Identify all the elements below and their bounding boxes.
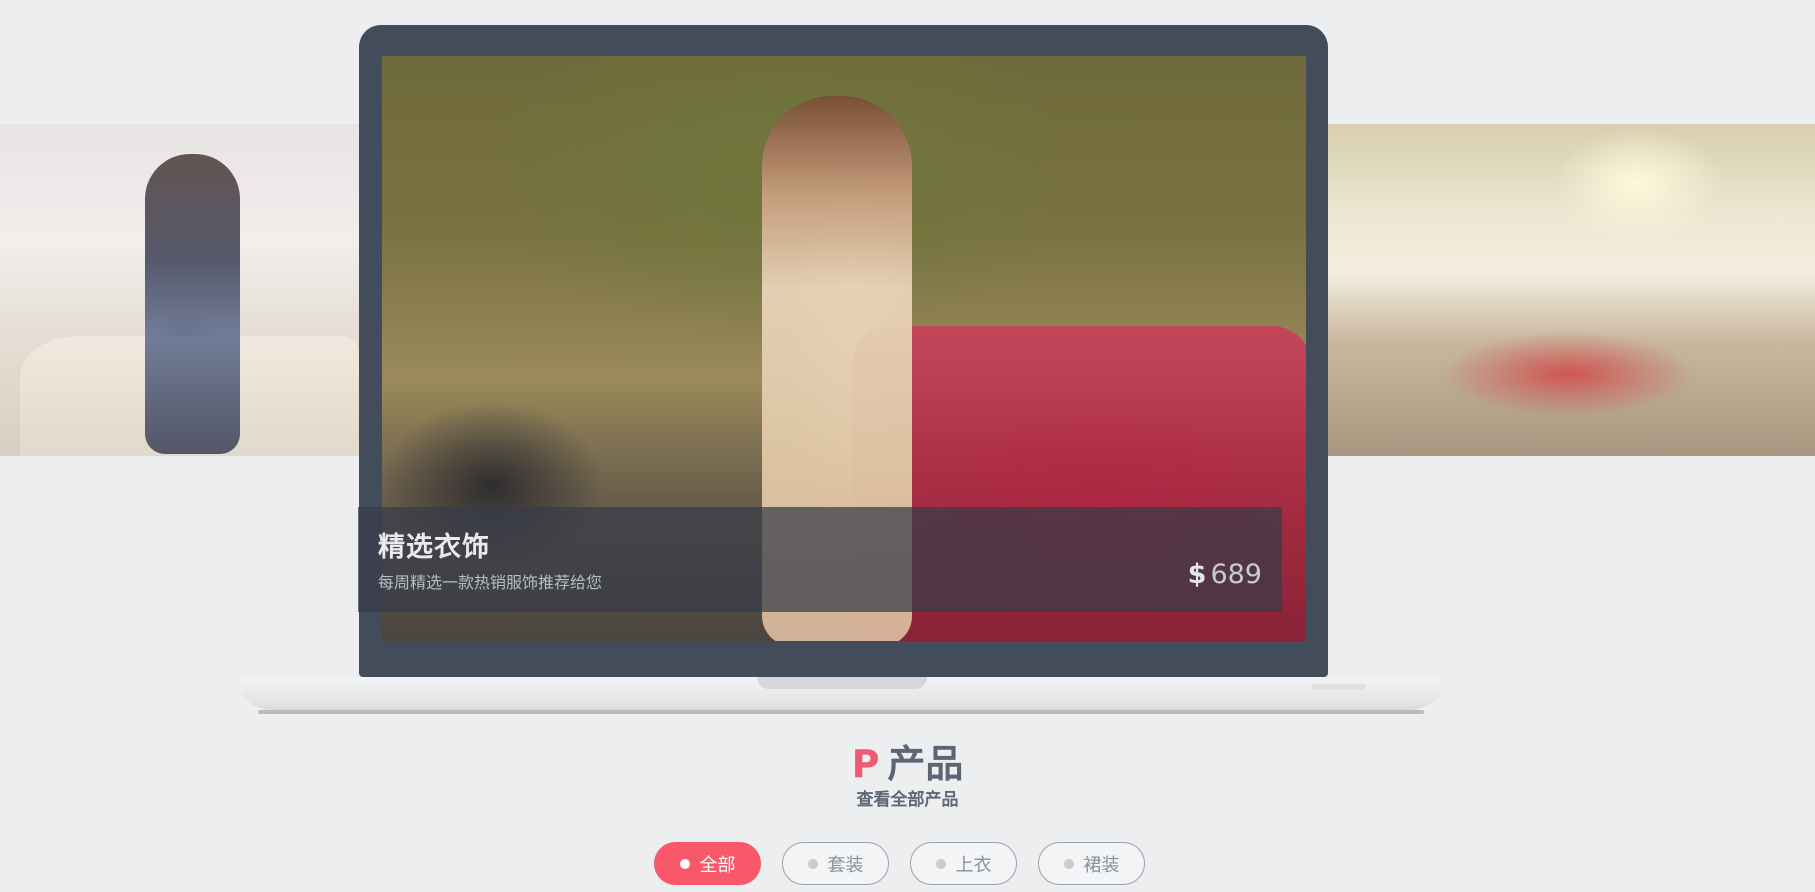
category-filters: 全部 套装 上衣 裙装: [654, 842, 1145, 885]
filter-dresses-button[interactable]: 裙装: [1038, 842, 1145, 885]
carousel-next-photo[interactable]: [1328, 124, 1815, 456]
bullet-dot-icon: [807, 858, 818, 869]
featured-price: $689: [1188, 559, 1262, 590]
bullet-dot-icon: [679, 858, 690, 869]
laptop-notch: [757, 677, 927, 689]
section-title-letter: P: [851, 742, 880, 786]
photo-model-shape: [145, 154, 240, 454]
laptop-indicator: [1312, 684, 1366, 690]
currency-symbol: $: [1187, 559, 1207, 590]
bullet-dot-icon: [935, 858, 946, 869]
section-title: P 产品: [0, 733, 1815, 788]
filter-tops-button[interactable]: 上衣: [910, 842, 1017, 885]
featured-title: 精选衣饰: [378, 532, 490, 563]
section-title-text: 产品: [887, 742, 964, 786]
filter-label: 全部: [699, 854, 736, 876]
filter-sets-button[interactable]: 套装: [782, 842, 889, 885]
filter-all-button[interactable]: 全部: [654, 842, 761, 885]
bullet-dot-icon: [1063, 858, 1074, 869]
laptop-shadow: [258, 710, 1424, 714]
filter-label: 套装: [827, 854, 864, 876]
featured-subtitle: 每周精选一款热销服饰推荐给您: [378, 573, 603, 592]
filter-label: 上衣: [955, 854, 992, 876]
section-subtitle: 查看全部产品: [856, 790, 959, 810]
filter-label: 裙装: [1083, 854, 1120, 876]
featured-caption: 精选衣饰 每周精选一款热销服饰推荐给您 $689: [358, 507, 1282, 612]
carousel-prev-photo[interactable]: [0, 124, 359, 456]
price-value: 689: [1210, 559, 1262, 590]
